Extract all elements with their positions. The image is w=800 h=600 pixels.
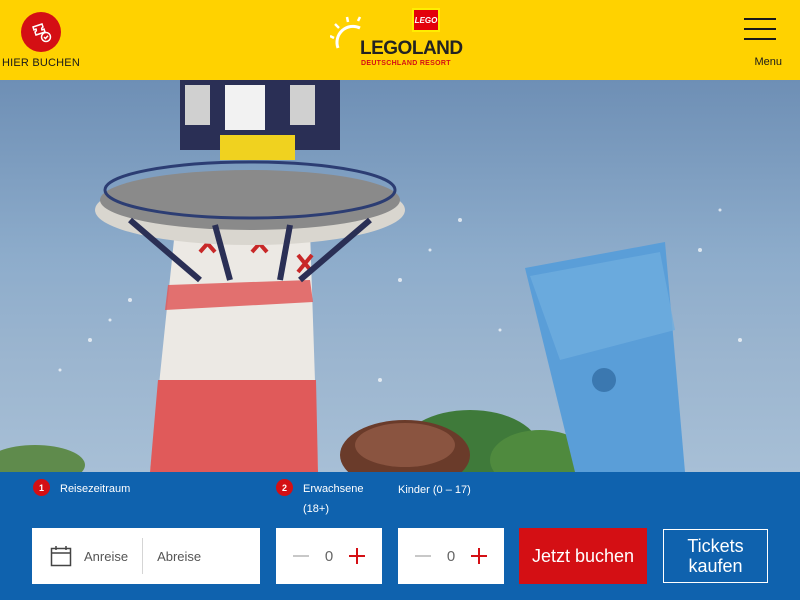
plus-icon[interactable] <box>349 548 366 564</box>
logo-name: LEGOLAND <box>360 38 463 59</box>
date-range-picker[interactable]: Anreise Abreise <box>32 528 260 584</box>
calendar-icon <box>50 546 72 567</box>
menu-label: Menu <box>754 56 782 68</box>
step-label: Reisezeitraum <box>60 483 131 495</box>
legoland-logo[interactable]: LEGO LEGOLAND DEUTSCHLAND RESORT <box>330 8 470 72</box>
step-number-badge: 2 <box>276 479 293 496</box>
arrival-field[interactable]: Anreise <box>84 549 128 564</box>
adults-count: 0 <box>324 547 334 565</box>
book-now-submit-button[interactable]: Jetzt buchen <box>519 528 647 584</box>
kids-count: 0 <box>446 547 456 565</box>
departure-field[interactable]: Abreise <box>157 549 201 564</box>
book-now-label: HIER BUCHEN <box>2 57 80 69</box>
book-now-button[interactable]: HIER BUCHEN <box>0 12 82 69</box>
step-adults: 2 Erwachsene (18+) <box>276 479 386 519</box>
plus-icon[interactable] <box>471 548 488 564</box>
site-header: HIER BUCHEN LEGO LEGOLAND DEUTSCHLAND RE… <box>0 0 800 80</box>
hamburger-icon-bar <box>744 38 776 40</box>
lego-brand-text: LEGO <box>414 15 438 25</box>
buy-tickets-button[interactable]: Tickets kaufen <box>663 529 768 583</box>
step-travel-period: 1 Reisezeitraum <box>33 479 130 499</box>
menu-button[interactable]: Menu <box>744 18 782 68</box>
hero-image <box>0 80 800 472</box>
date-separator <box>142 538 144 574</box>
minus-icon[interactable] <box>292 555 309 557</box>
ticket-icon <box>21 12 61 52</box>
lego-brand-box: LEGO <box>412 8 440 32</box>
hamburger-icon-bar <box>744 28 776 30</box>
logo-subtitle: DEUTSCHLAND RESORT <box>361 60 451 67</box>
adults-stepper: 0 <box>276 528 382 584</box>
step-label: Erwachsene (18+) <box>303 483 364 515</box>
hamburger-icon <box>744 18 776 20</box>
minus-icon[interactable] <box>414 555 431 557</box>
step-number-badge: 1 <box>33 479 50 496</box>
kids-label: Kinder (0 – 17) <box>398 484 471 496</box>
kids-stepper: 0 <box>398 528 504 584</box>
